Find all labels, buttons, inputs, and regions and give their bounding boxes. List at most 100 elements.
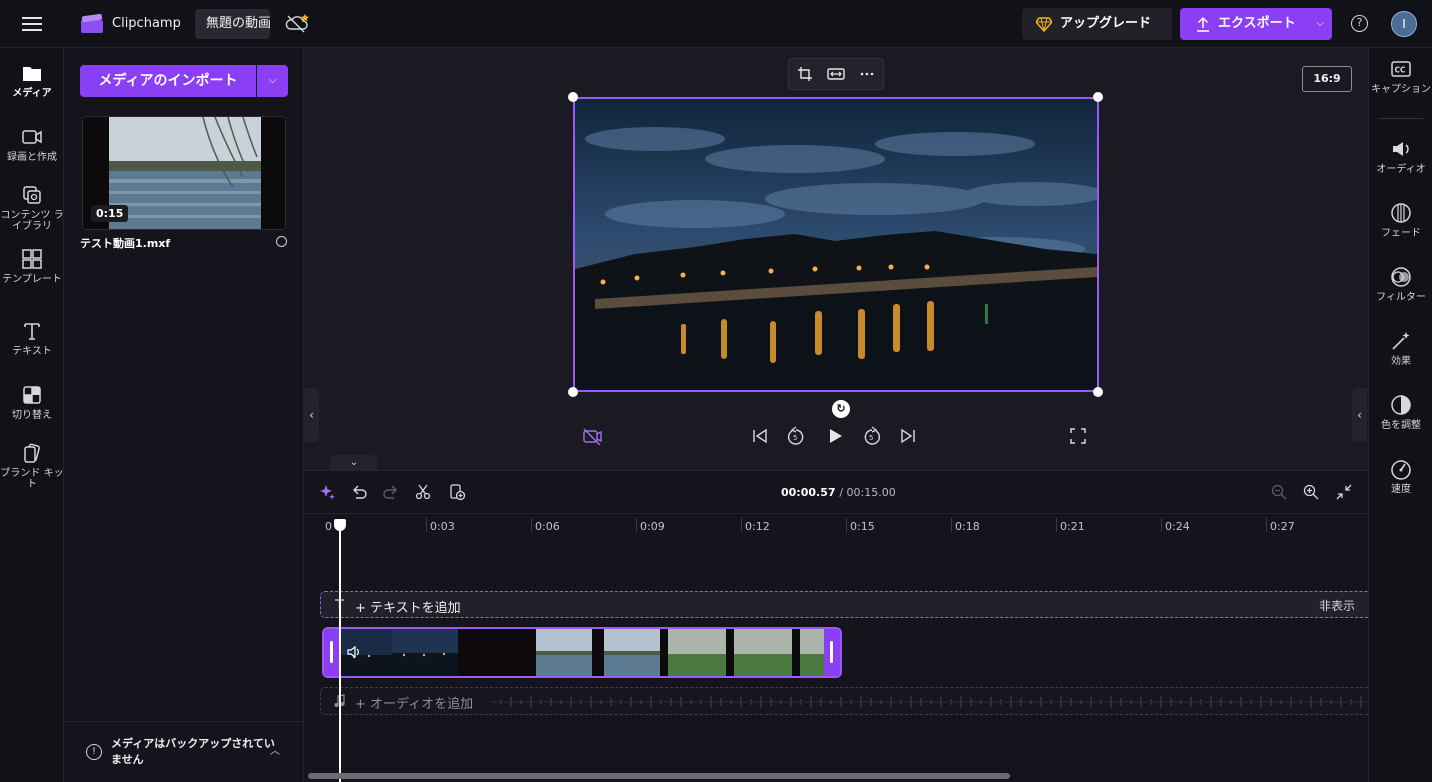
svg-text:CC: CC — [1395, 66, 1407, 75]
hide-track-button[interactable]: 非表示 — [1319, 597, 1355, 614]
backup-notice[interactable]: ! メディアはバックアップされていません ︿ — [64, 721, 304, 782]
nav-label: コンテンツ ライブラリ — [0, 210, 64, 232]
filter-button[interactable]: フィルター — [1369, 266, 1432, 303]
effects-label: 効果 — [1391, 356, 1411, 367]
cloud-sync-off-icon[interactable] — [284, 12, 310, 34]
ai-sparkle-icon[interactable] — [318, 483, 336, 501]
project-title-field[interactable]: 無題の動画 — [195, 9, 270, 39]
resize-handle[interactable] — [568, 92, 578, 102]
add-audio-label: + オーディオを追加 — [355, 697, 474, 712]
fit-timeline-icon[interactable] — [1335, 483, 1353, 501]
tick-label: 0:09 — [640, 520, 665, 533]
speaker-icon — [1393, 142, 1409, 156]
tick-line — [846, 518, 847, 532]
add-text-track[interactable]: + テキストを追加 非表示 — [320, 591, 1380, 618]
nav-templates[interactable]: テンプレート — [0, 248, 64, 308]
audio-button[interactable]: オーディオ — [1369, 138, 1432, 175]
chevron-down-icon: ⌵ — [1316, 18, 1324, 29]
captions-label: キャプション — [1371, 84, 1431, 95]
undo-icon[interactable] — [350, 483, 368, 501]
preview-canvas[interactable] — [573, 97, 1099, 392]
timeline-scrollbar[interactable] — [308, 773, 1010, 779]
speed-button[interactable]: 速度 — [1369, 458, 1432, 495]
nav-label: 切り替え — [12, 410, 52, 421]
color-adjust-button[interactable]: 色を調整 — [1369, 394, 1432, 431]
timeline-toggle-chevron-icon[interactable]: ⌄ — [330, 455, 378, 471]
library-icon — [23, 186, 41, 204]
hamburger-menu-icon[interactable] — [20, 14, 44, 34]
clip-filmstrip — [340, 629, 824, 676]
clip-trim-handle-right[interactable] — [824, 629, 840, 676]
diamond-icon — [1036, 17, 1052, 32]
preview-frame-image — [575, 99, 1097, 390]
video-clip[interactable] — [322, 627, 842, 678]
more-options-icon[interactable] — [859, 66, 875, 82]
crop-icon[interactable] — [797, 66, 813, 82]
forward-5s-icon[interactable]: 5 — [862, 426, 882, 446]
playhead-handle[interactable] — [334, 519, 346, 531]
play-icon[interactable] — [825, 426, 845, 446]
zoom-in-icon[interactable] — [1302, 483, 1320, 501]
tick-label: 0:06 — [535, 520, 560, 533]
clip-trim-handle-left[interactable] — [324, 629, 340, 676]
resize-handle[interactable] — [568, 387, 578, 397]
add-audio-track[interactable]: + オーディオを追加 — [320, 687, 1380, 715]
fit-icon[interactable] — [827, 66, 845, 82]
media-thumbnail[interactable]: 0:15 — [82, 116, 286, 230]
add-media-icon[interactable] — [448, 483, 466, 501]
add-text-label: + テキストを追加 — [355, 601, 461, 616]
speed-label: 速度 — [1391, 484, 1411, 495]
tick-label: 0:24 — [1165, 520, 1190, 533]
export-button[interactable]: エクスポート ⌵ — [1180, 8, 1332, 40]
backup-message: メディアはバックアップされていません — [111, 737, 275, 766]
nav-media[interactable]: メディア — [0, 62, 64, 122]
fade-button[interactable]: フェード — [1369, 202, 1432, 239]
templates-icon — [22, 249, 42, 269]
import-media-button[interactable]: メディアのインポート — [80, 65, 256, 97]
resize-handle[interactable] — [1093, 92, 1103, 102]
tick-line — [426, 518, 427, 532]
tick-label: 0:27 — [1270, 520, 1295, 533]
fade-icon — [1391, 203, 1411, 223]
collapse-left-panel-chevron-icon[interactable]: ‹ — [304, 388, 319, 442]
nav-transitions[interactable]: 切り替え — [0, 384, 64, 444]
zoom-out-icon[interactable] — [1270, 483, 1288, 501]
nav-label: テンプレート — [2, 274, 62, 285]
app-name: Clipchamp — [112, 16, 181, 31]
properties-panel: CC キャプション オーディオ フェード フィルター 効果 色を調整 速度 — [1368, 48, 1432, 782]
aspect-ratio-button[interactable]: 16:9 — [1302, 66, 1352, 92]
help-icon[interactable]: ? — [1351, 15, 1368, 32]
magic-wand-icon — [1392, 332, 1410, 350]
upgrade-button[interactable]: アップグレード — [1022, 8, 1172, 40]
import-dropdown-chevron-icon[interactable]: ⌵ — [257, 65, 288, 97]
nav-content-library[interactable]: コンテンツ ライブラリ — [0, 184, 64, 244]
skip-forward-icon[interactable] — [898, 426, 918, 446]
captions-icon: CC — [1391, 61, 1411, 77]
filter-icon — [1391, 267, 1411, 287]
nav-label: メディア — [12, 88, 52, 99]
brand-kit-icon — [24, 443, 40, 463]
time-ruler[interactable]: 0 0:03 0:06 0:09 0:12 0:15 0:18 0:21 0:2… — [304, 513, 1368, 535]
tick-line — [1056, 518, 1057, 532]
playhead[interactable] — [339, 519, 341, 782]
fullscreen-icon[interactable] — [1068, 426, 1088, 446]
rewind-5s-icon[interactable]: 5 — [786, 426, 806, 446]
duration-badge: 0:15 — [91, 205, 129, 222]
export-label: エクスポート — [1218, 16, 1296, 31]
effects-button[interactable]: 効果 — [1369, 330, 1432, 367]
nav-record-create[interactable]: 録画と作成 — [0, 126, 64, 186]
audio-label: オーディオ — [1376, 164, 1426, 175]
nav-brand-kit[interactable]: ブランド キット — [0, 442, 64, 502]
redo-icon[interactable] — [382, 483, 400, 501]
collapse-right-panel-chevron-icon[interactable]: ‹ — [1352, 388, 1367, 442]
nav-text[interactable]: テキスト — [0, 320, 64, 380]
resize-handle[interactable] — [1093, 387, 1103, 397]
ai-magic-camera-off-icon[interactable] — [582, 426, 602, 446]
captions-button[interactable]: CC キャプション — [1369, 58, 1432, 95]
avatar[interactable]: I — [1391, 11, 1417, 37]
speaker-icon[interactable] — [346, 645, 360, 659]
skip-back-icon[interactable] — [750, 426, 770, 446]
rotate-icon[interactable]: ↻ — [832, 400, 850, 418]
scissors-icon[interactable] — [414, 483, 432, 501]
transitions-icon — [23, 386, 41, 404]
